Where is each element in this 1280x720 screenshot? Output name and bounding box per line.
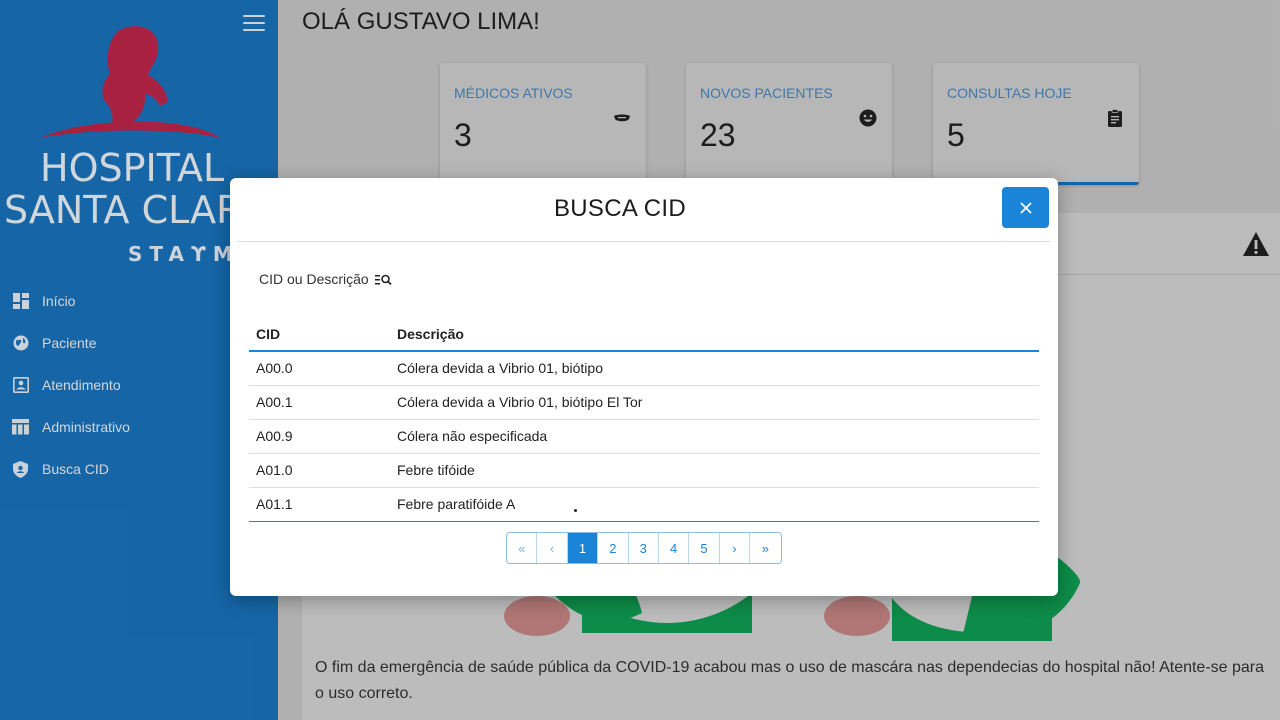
table-row[interactable]: A00.0 Cólera devida a Vibrio 01, biótipo [249,351,1039,386]
next-page-button[interactable]: › [719,533,751,563]
search-list-icon[interactable] [374,272,392,286]
cid-cell: A00.0 [249,351,390,386]
cid-cell: A01.0 [249,453,390,488]
cid-cell: A01.1 [249,487,390,522]
busca-cid-modal: BUSCA CID CID ou Descrição CID Descrição… [230,178,1058,596]
page-1-button[interactable]: 1 [567,533,599,563]
description-cell: Cólera não especificada [390,419,1039,454]
column-header-descricao: Descrição [390,318,1039,352]
cid-cell: A00.1 [249,385,390,420]
description-cell: Febre tifóide [390,453,1039,488]
search-field[interactable]: CID ou Descrição [259,271,392,287]
pagination: « ‹ 1 2 3 4 5 › » [506,532,782,564]
search-label: CID ou Descrição [259,271,369,287]
modal-divider [238,241,1050,242]
page-3-button[interactable]: 3 [628,533,659,563]
close-icon [1019,201,1032,214]
cid-cell: A00.9 [249,419,390,454]
last-page-button[interactable]: » [750,533,781,563]
table-row[interactable]: A01.0 Febre tifóide [249,453,1039,488]
modal-title: BUSCA CID [553,195,687,222]
column-header-cid: CID [249,318,390,352]
prev-page-button[interactable]: ‹ [537,533,568,563]
table-row[interactable]: A00.1 Cólera devida a Vibrio 01, biótipo… [249,385,1039,420]
page-5-button[interactable]: 5 [689,533,720,563]
page-2-button[interactable]: 2 [598,533,629,563]
table-row[interactable]: A00.9 Cólera não especificada [249,419,1039,454]
cid-table: CID Descrição A00.0 Cólera devida a Vibr… [249,318,1039,522]
table-row[interactable]: A01.1 Febre paratifóide A [249,487,1039,522]
close-button[interactable] [1002,187,1049,228]
cursor-dot [574,509,577,512]
first-page-button[interactable]: « [507,533,538,563]
description-cell: Cólera devida a Vibrio 01, biótipo [390,351,1039,386]
description-cell: Febre paratifóide A [390,487,1039,522]
description-cell: Cólera devida a Vibrio 01, biótipo El To… [390,385,1039,420]
table-header-row: CID Descrição [249,318,1039,352]
page-4-button[interactable]: 4 [658,533,690,563]
